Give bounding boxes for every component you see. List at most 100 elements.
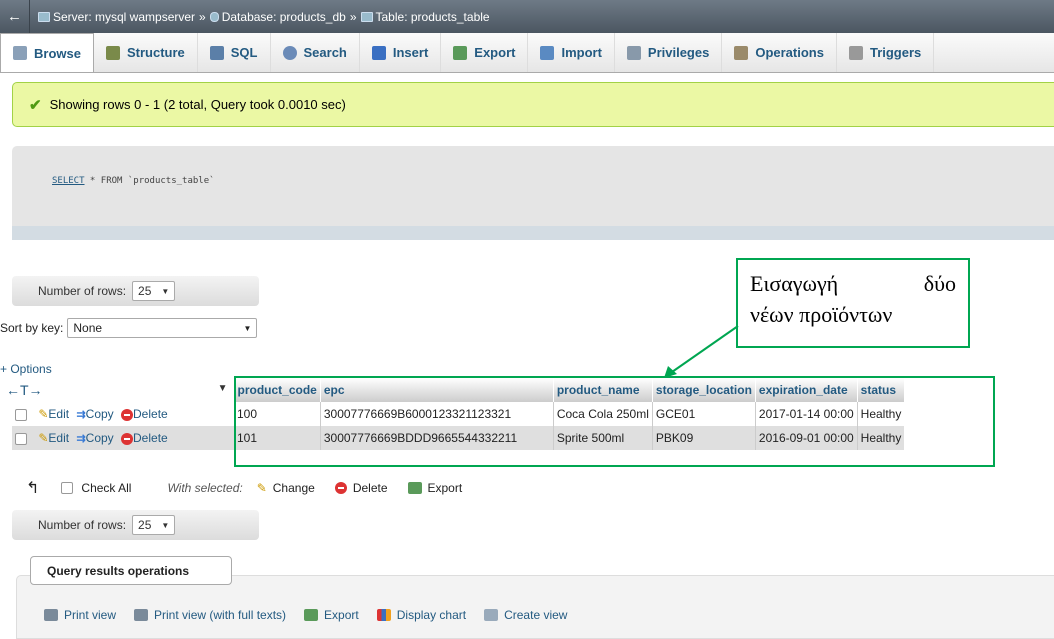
tab-label: Export	[474, 45, 516, 60]
delete-link[interactable]: Delete	[133, 431, 168, 445]
export-label: Export	[324, 608, 359, 622]
pencil-icon: ✎	[256, 481, 267, 495]
breadcrumb-table-label: Table: products_table	[375, 9, 490, 24]
bulk-delete-label: Delete	[352, 481, 388, 495]
print-view-full-link[interactable]: Print view (with full texts)	[134, 608, 286, 622]
sort-by-key: Sort by key: None ▼	[0, 318, 258, 338]
query-results-operations-links: Print view Print view (with full texts) …	[44, 608, 585, 622]
row-checkbox[interactable]	[15, 408, 27, 421]
search-icon	[282, 45, 297, 60]
annotation-highlight-box	[234, 376, 995, 467]
copy-link[interactable]: Copy	[86, 407, 114, 421]
checkmark-icon: ✔	[29, 96, 42, 114]
sql-toolbar-strip	[12, 226, 1054, 240]
row-actions: ✎Edit ⇉Copy Delete	[12, 402, 234, 426]
query-results-operations-legend: Query results operations	[30, 556, 232, 585]
copy-link[interactable]: Copy	[86, 431, 114, 445]
breadcrumb-separator: »	[199, 9, 206, 24]
sql-keyword-link[interactable]: SELECT	[52, 176, 85, 186]
breadcrumb-separator: »	[349, 9, 357, 24]
tab-search[interactable]: Search	[271, 33, 360, 72]
bulk-export-label: Export	[427, 481, 463, 495]
table-controls-header: ←T→ ▼	[6, 378, 235, 402]
breadcrumb-server-label: Server: mysql wampserver	[53, 9, 196, 24]
export-icon	[453, 45, 468, 60]
bulk-delete-button[interactable]: Delete	[334, 481, 388, 495]
breadcrumb: ← Server: mysql wampserver » Database: p…	[0, 0, 1054, 33]
row-actions: ✎Edit ⇉Copy Delete	[12, 426, 234, 450]
breadcrumb-server[interactable]: Server: mysql wampserver	[38, 10, 195, 24]
breadcrumb-database[interactable]: Database: products_db	[209, 10, 346, 24]
structure-icon	[105, 45, 120, 60]
tab-label: Operations	[755, 45, 824, 60]
tab-operations[interactable]: Operations	[722, 33, 837, 72]
tab-triggers[interactable]: Triggers	[837, 33, 935, 72]
number-of-rows-select[interactable]: 25 ▼	[132, 281, 176, 301]
view-icon	[484, 609, 499, 621]
privileges-icon	[626, 45, 641, 60]
tab-label: Browse	[34, 45, 81, 61]
server-icon	[38, 11, 50, 22]
tab-insert[interactable]: Insert	[360, 33, 442, 72]
create-view-label: Create view	[504, 608, 568, 622]
triggers-icon	[848, 45, 863, 60]
annotation-word: Εισαγωγή	[750, 271, 839, 296]
check-all-label[interactable]: Check All	[81, 481, 131, 495]
tab-bar: Browse Structure SQL Search Insert Expor…	[0, 33, 1054, 73]
options-toggle[interactable]: + Options	[0, 362, 52, 376]
annotation-arrow-line	[671, 325, 739, 373]
number-of-rows-select[interactable]: 25 ▼	[132, 515, 176, 535]
back-arrow-icon[interactable]: ←	[0, 0, 30, 33]
tab-browse[interactable]: Browse	[0, 33, 94, 72]
print-view-link[interactable]: Print view	[44, 608, 116, 622]
tab-sql[interactable]: SQL	[198, 33, 271, 72]
edit-link[interactable]: Edit	[48, 431, 69, 445]
annotation-callout: Εισαγωγή δύο νέων προϊόντων	[736, 258, 970, 348]
tab-label: Search	[303, 45, 347, 60]
edit-link[interactable]: Edit	[48, 407, 69, 421]
chevron-down-icon: ▼	[161, 520, 170, 530]
sort-by-key-label: Sort by key:	[0, 321, 64, 335]
chevron-down-icon: ▼	[243, 323, 252, 333]
print-view-full-label: Print view (with full texts)	[154, 608, 287, 622]
printer-icon	[134, 609, 149, 621]
tab-label: Import	[561, 45, 602, 60]
database-icon	[209, 11, 219, 22]
export-icon	[407, 482, 422, 494]
bulk-export-button[interactable]: Export	[407, 481, 463, 495]
tab-export[interactable]: Export	[441, 33, 529, 72]
sort-by-key-select[interactable]: None ▼	[67, 318, 258, 338]
bulk-change-label: Change	[272, 481, 315, 495]
tab-label: SQL	[230, 45, 258, 60]
check-all-checkbox[interactable]	[61, 482, 74, 494]
delete-link[interactable]: Delete	[133, 407, 168, 421]
print-view-label: Print view	[64, 608, 117, 622]
number-of-rows-value: 25	[138, 284, 152, 298]
sort-by-key-value: None	[73, 321, 103, 335]
export-link[interactable]: Export	[304, 608, 359, 622]
display-chart-link[interactable]: Display chart	[376, 608, 466, 622]
chevron-down-icon: ▼	[161, 286, 170, 296]
printer-icon	[44, 609, 58, 621]
tab-structure[interactable]: Structure	[94, 33, 198, 72]
sql-query-box: SELECT * FROM `products_table`	[12, 146, 1054, 226]
pencil-icon: ✎	[38, 407, 49, 421]
column-arrows-icon[interactable]: ←T→	[6, 382, 43, 398]
sql-query-text: * FROM `products_table`	[84, 176, 215, 186]
operations-icon	[734, 45, 749, 60]
annotation-line: νέων προϊόντων	[750, 302, 893, 327]
breadcrumb-table[interactable]: Table: products_table	[360, 9, 490, 24]
tab-label: Insert	[392, 45, 429, 60]
create-view-link[interactable]: Create view	[484, 608, 567, 622]
chart-icon	[376, 609, 391, 621]
bulk-actions: ↰ Check All With selected: ✎ Change Delet…	[26, 478, 482, 498]
annotation-word: δύο	[923, 271, 956, 296]
bulk-change-button[interactable]: ✎ Change	[257, 481, 315, 495]
select-arrow-icon: ↰	[26, 480, 40, 497]
tab-privileges[interactable]: Privileges	[615, 33, 723, 72]
copy-icon: ⇉	[76, 409, 86, 421]
tab-import[interactable]: Import	[528, 33, 615, 72]
row-checkbox[interactable]	[15, 432, 27, 445]
delete-icon	[121, 432, 134, 445]
options-triangle-icon[interactable]: ▼	[218, 383, 228, 394]
